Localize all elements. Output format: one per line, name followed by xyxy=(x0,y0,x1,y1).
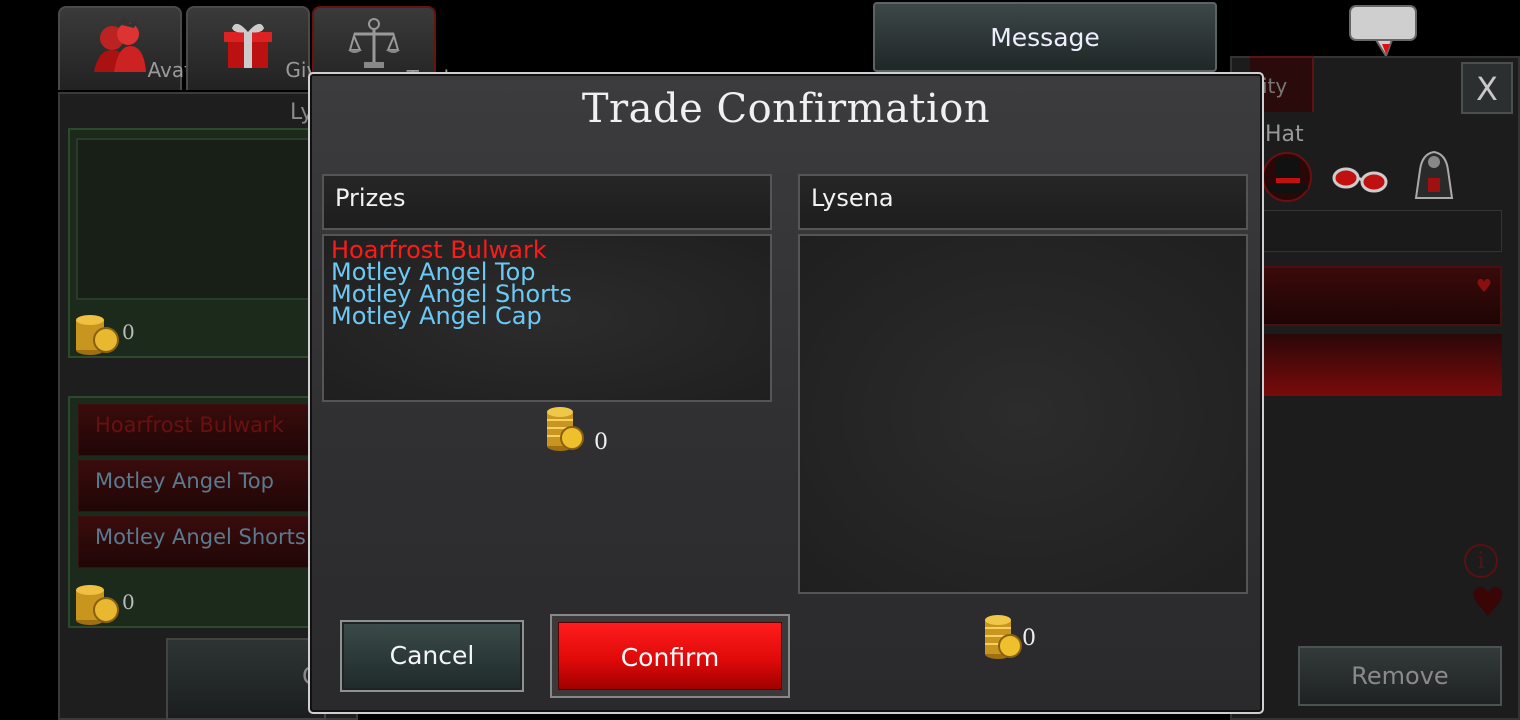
prizes-list: Hoarfrost Bulwark Motley Angel Top Motle… xyxy=(322,234,772,402)
coin-icon xyxy=(982,612,1024,664)
list-item[interactable]: Motley Angel Shorts xyxy=(78,516,318,568)
category-label: Hat xyxy=(1265,122,1304,147)
partner-coin-amount: 0 xyxy=(1022,626,1036,651)
list-item[interactable]: ♥ xyxy=(1262,266,1502,326)
cancel-button[interactable]: Cancel xyxy=(340,620,524,692)
glasses-icon[interactable] xyxy=(1330,156,1390,204)
favorite-heart-icon[interactable]: ♥ xyxy=(1470,580,1506,626)
costume-icon[interactable] xyxy=(1408,148,1460,208)
dialog-title: Trade Confirmation xyxy=(581,86,991,132)
message-button[interactable]: Message xyxy=(873,2,1217,72)
left-confirm-button[interactable]: C xyxy=(166,638,326,720)
list-item: Motley Angel Cap xyxy=(331,302,542,330)
coin-icon xyxy=(72,580,120,630)
hat-icon[interactable] xyxy=(1262,150,1312,208)
list-item[interactable]: Motley Angel Top xyxy=(78,460,318,512)
my-coin-amount: 0 xyxy=(122,320,135,344)
search-field[interactable] xyxy=(1262,210,1502,252)
tab-avatar[interactable]: Avatar xyxy=(58,6,212,90)
tab-give[interactable]: Give xyxy=(186,6,331,90)
partner-coin-amount: 0 xyxy=(122,590,135,614)
coin-icon xyxy=(72,310,120,360)
heart-icon[interactable]: ♥ xyxy=(1476,276,1492,297)
my-offer-slot xyxy=(76,138,318,300)
prizes-coin-amount: 0 xyxy=(594,430,608,455)
partner-header: Lysena xyxy=(798,174,1248,230)
chat-bubble-icon[interactable] xyxy=(1346,4,1420,64)
confirm-button-label: Confirm xyxy=(558,622,782,690)
list-item[interactable]: Hoarfrost Bulwark xyxy=(78,404,318,456)
prizes-header: Prizes xyxy=(322,174,772,230)
confirm-button[interactable]: Confirm xyxy=(550,614,790,698)
partner-item-list xyxy=(798,234,1248,594)
info-icon[interactable]: i xyxy=(1464,544,1498,578)
coin-icon xyxy=(544,404,586,456)
close-button[interactable]: X xyxy=(1461,62,1513,114)
remove-button[interactable]: Remove xyxy=(1298,646,1502,706)
list-item[interactable] xyxy=(1262,334,1502,396)
